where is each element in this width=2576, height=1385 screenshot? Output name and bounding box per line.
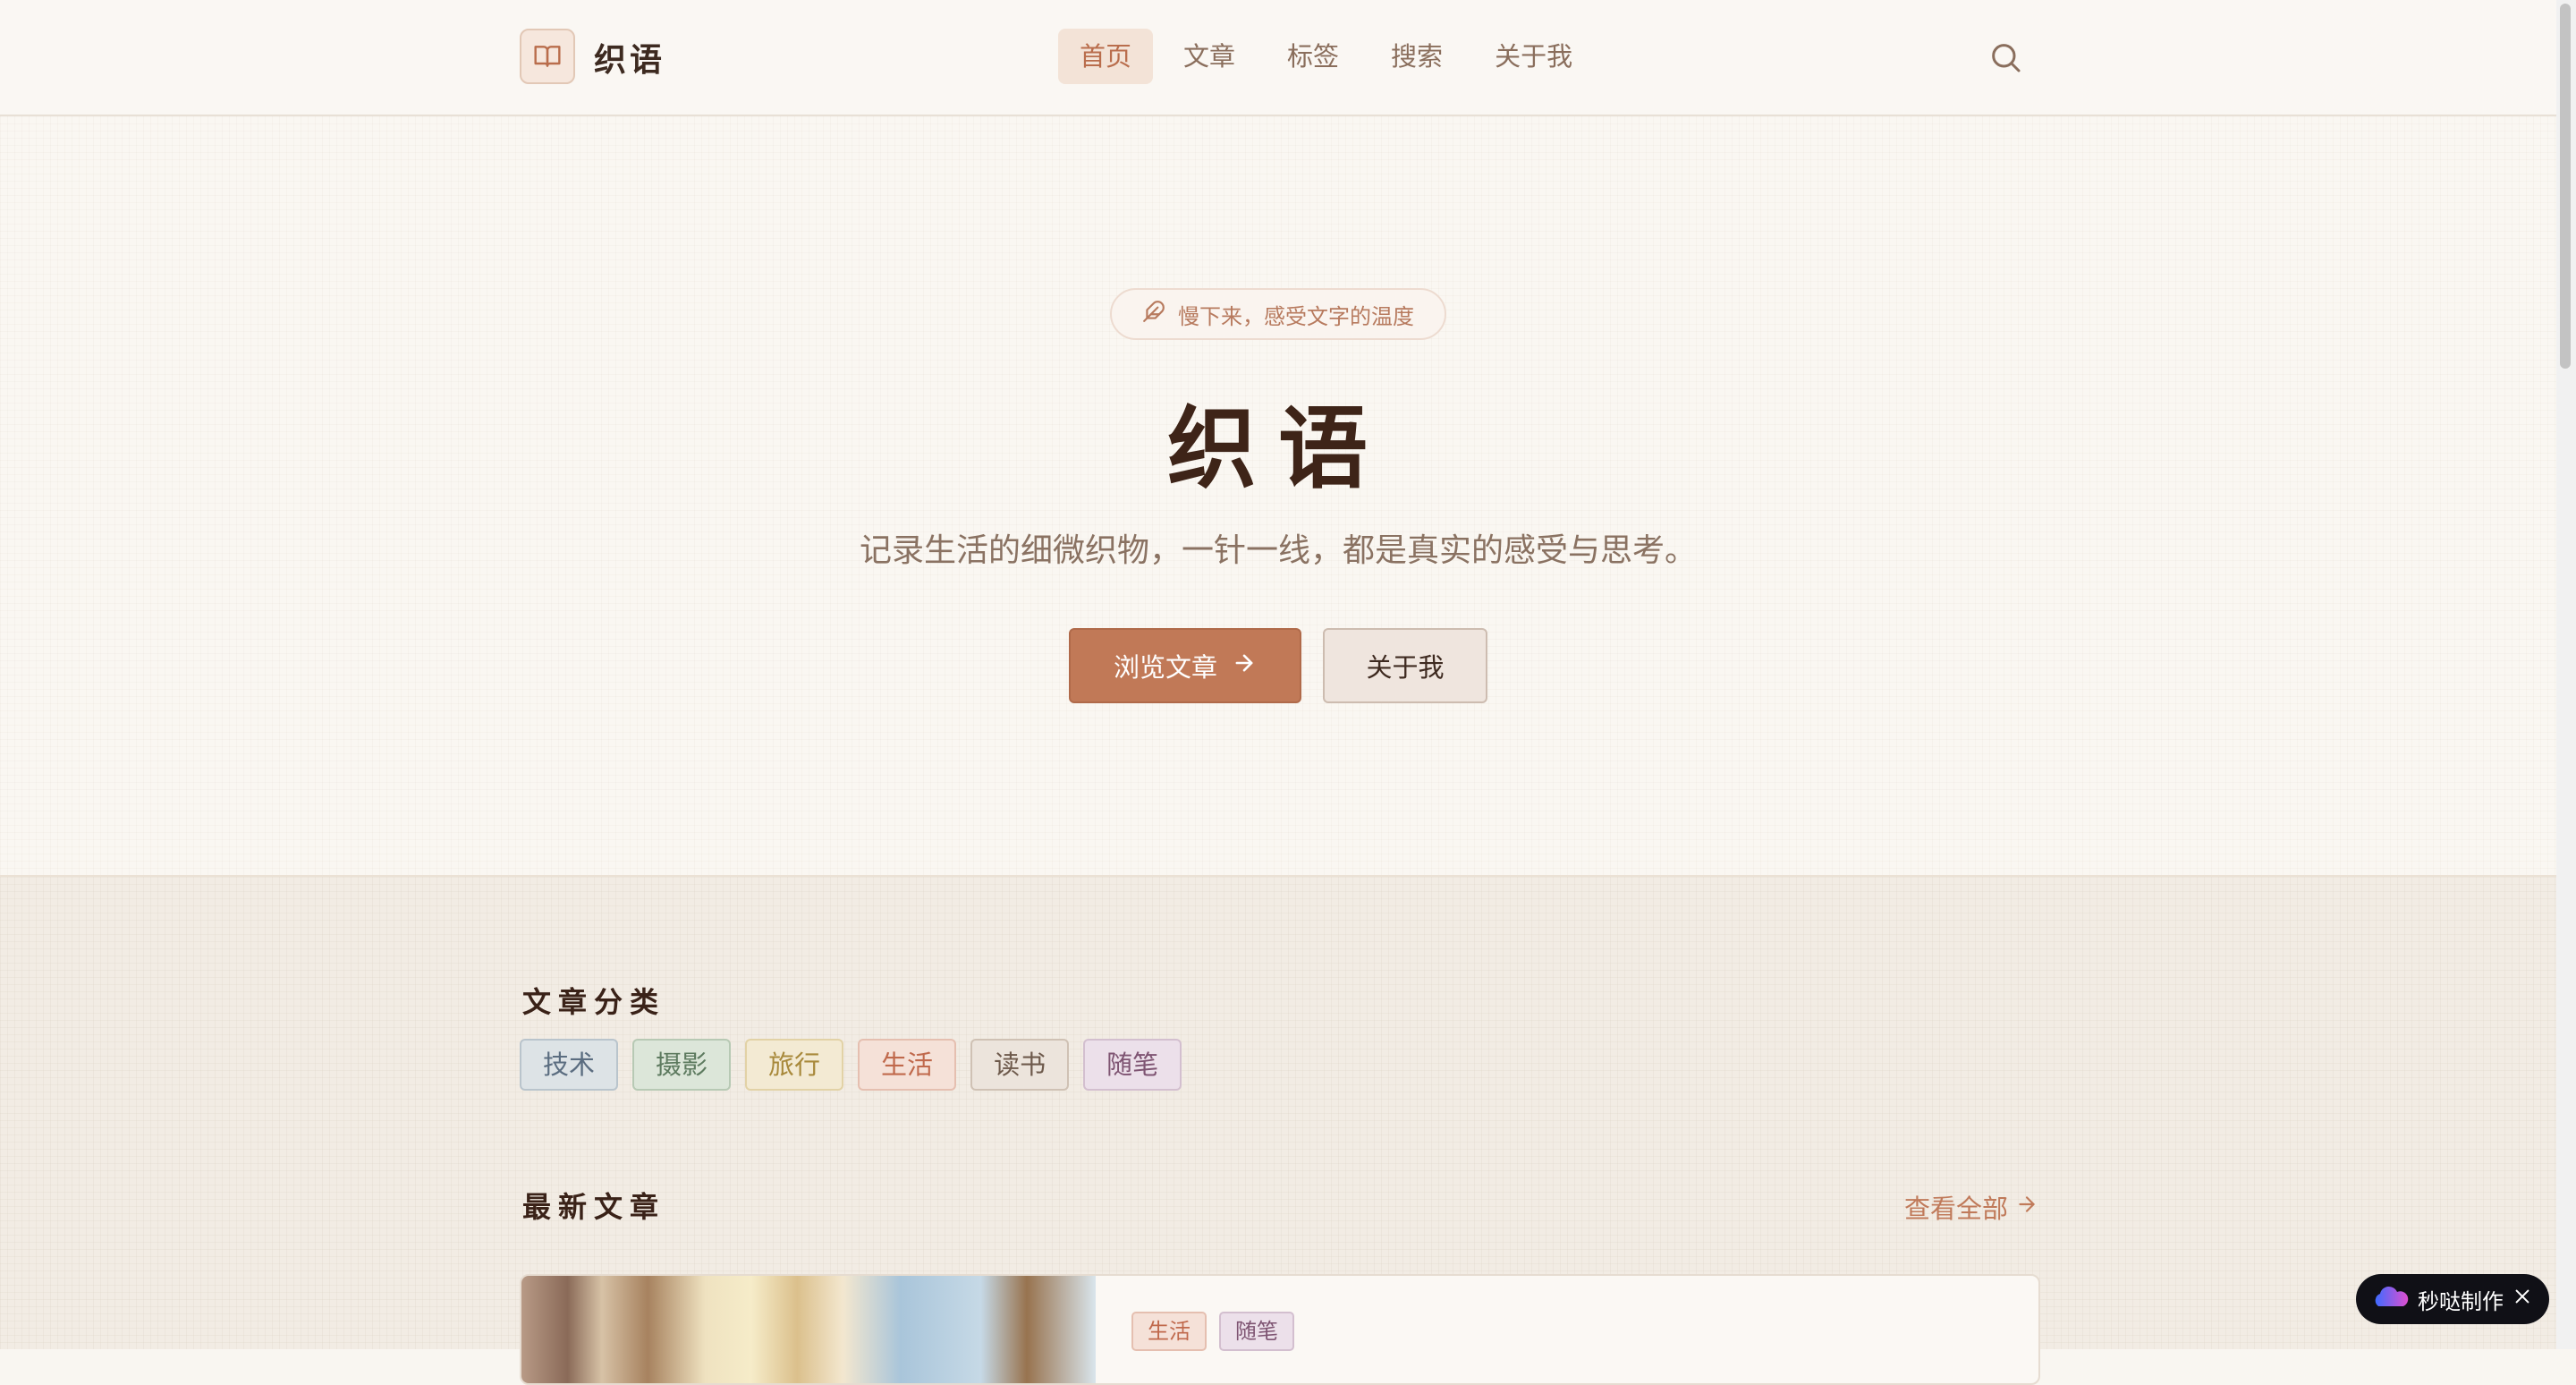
close-icon[interactable]: [2512, 1287, 2532, 1312]
badge-label: 秒哒制作: [2418, 1288, 2504, 1314]
hero-subtitle: 记录生活的细微织物，一针一线，都是真实的感受与思考。: [859, 532, 1697, 569]
view-all-link[interactable]: 查看全部: [1904, 1188, 2038, 1226]
article-tag-list: 生活 随笔: [1131, 1312, 1294, 1351]
cloud-logo-icon: [2373, 1285, 2409, 1313]
browse-articles-button[interactable]: 浏览文章: [1069, 628, 1301, 703]
article-tag[interactable]: 生活: [1131, 1312, 1207, 1351]
arrow-right-icon: [1232, 650, 1257, 682]
content-section: 文章分类 技术 摄影 旅行 生活 读书 随笔 最新文章 查看全部 生活 随笔: [0, 877, 2556, 1385]
category-tag[interactable]: 读书: [970, 1039, 1070, 1091]
category-tag[interactable]: 摄影: [632, 1039, 732, 1091]
article-card[interactable]: 生活 随笔: [520, 1274, 2040, 1385]
feather-icon: [1142, 300, 1165, 328]
about-me-button[interactable]: 关于我: [1323, 628, 1487, 703]
site-header: 织语 首页 文章 标签 搜索 关于我: [0, 0, 2556, 116]
logo-text[interactable]: 织语: [594, 34, 665, 81]
nav-item-search[interactable]: 搜索: [1369, 29, 1464, 84]
hero-title: 织语: [1167, 395, 1389, 501]
hero-section: 慢下来，感受文字的温度 织语 记录生活的细微织物，一针一线，都是真实的感受与思考…: [0, 116, 2556, 877]
browse-articles-label: 浏览文章: [1113, 652, 1217, 683]
nav-item-about[interactable]: 关于我: [1473, 29, 1594, 84]
category-tag[interactable]: 旅行: [745, 1039, 844, 1091]
made-with-badge[interactable]: 秒哒制作: [2356, 1274, 2549, 1324]
nav-item-tags[interactable]: 标签: [1266, 29, 1360, 84]
category-tag[interactable]: 生活: [858, 1039, 957, 1091]
article-tag[interactable]: 随笔: [1219, 1312, 1294, 1351]
main-nav: 首页 文章 标签 搜索 关于我: [1058, 29, 1594, 84]
page-scrollbar[interactable]: [2556, 0, 2576, 1349]
categories-heading: 文章分类: [522, 985, 666, 1019]
category-tag[interactable]: 随笔: [1083, 1039, 1182, 1091]
hero-tagline-text: 慢下来，感受文字的温度: [1178, 303, 1414, 329]
view-all-label: 查看全部: [1904, 1194, 2009, 1224]
article-cover-image[interactable]: [521, 1276, 1096, 1383]
category-tag[interactable]: 技术: [520, 1039, 619, 1091]
hero-tagline-pill: 慢下来，感受文字的温度: [1110, 288, 1446, 340]
nav-item-home[interactable]: 首页: [1058, 29, 1154, 84]
latest-articles-heading: 最新文章: [522, 1190, 666, 1224]
logo-book-icon[interactable]: [520, 29, 575, 84]
search-icon[interactable]: [1987, 39, 2023, 75]
category-tag-list: 技术 摄影 旅行 生活 读书 随笔: [520, 1039, 1182, 1091]
scrollbar-thumb[interactable]: [2560, 4, 2571, 369]
nav-item-articles[interactable]: 文章: [1162, 29, 1257, 84]
arrow-right-icon: [2015, 1192, 2038, 1222]
